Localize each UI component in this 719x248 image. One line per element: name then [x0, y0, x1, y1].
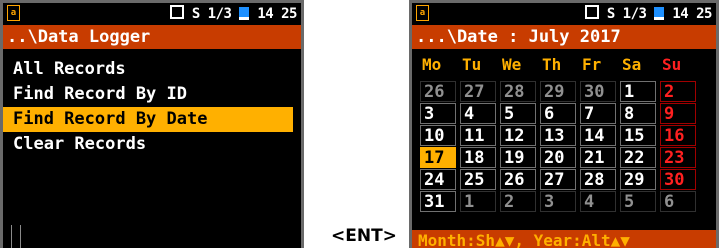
calendar-day[interactable]: 29: [620, 169, 656, 190]
calendar-day[interactable]: 6: [540, 103, 576, 124]
battery-icon: [654, 7, 665, 20]
calendar-day[interactable]: 2: [660, 81, 696, 102]
calendar-day[interactable]: 9: [660, 103, 696, 124]
calendar-day[interactable]: 25: [460, 169, 496, 190]
calendar-day[interactable]: 24: [420, 169, 456, 190]
calendar-day[interactable]: 13: [540, 125, 576, 146]
calendar-day[interactable]: 22: [620, 147, 656, 168]
measure-status-icon: [169, 5, 184, 19]
calendar-day[interactable]: 29: [540, 81, 576, 102]
calendar-day[interactable]: 20: [540, 147, 576, 168]
calendar-day[interactable]: 1: [620, 81, 656, 102]
calendar-day[interactable]: 27: [540, 169, 576, 190]
clock: 14 25: [257, 6, 297, 22]
menu-item[interactable]: Find Record By Date: [3, 107, 293, 132]
calendar-day[interactable]: 31: [420, 191, 456, 212]
scrollbar[interactable]: [11, 225, 21, 248]
calendar-day[interactable]: 30: [660, 169, 696, 190]
weekday-label: Th: [542, 55, 562, 74]
weekday-label: Mo: [422, 55, 442, 74]
weekday-label: Sa: [622, 55, 642, 74]
calendar-day[interactable]: 28: [500, 81, 536, 102]
clock: 14 25: [672, 6, 712, 22]
calendar-day[interactable]: 4: [580, 191, 616, 212]
calendar-day[interactable]: 5: [620, 191, 656, 212]
calendar-day[interactable]: 3: [420, 103, 456, 124]
calendar-day[interactable]: 23: [660, 147, 696, 168]
calendar-day[interactable]: 4: [460, 103, 496, 124]
data-logger-screen: a S 1/3 14 25 ..\Data Logger All Records…: [0, 0, 304, 248]
menu-item[interactable]: All Records: [3, 57, 293, 82]
calendar-day[interactable]: 28: [580, 169, 616, 190]
calendar-day[interactable]: 1: [460, 191, 496, 212]
status-info: S 1/3 14 25: [169, 5, 297, 22]
calendar-day[interactable]: 21: [580, 147, 616, 168]
page-title: ...\Date : July 2017: [412, 25, 716, 49]
calendar-day[interactable]: 3: [540, 191, 576, 212]
weekday-label: Tu: [462, 55, 482, 74]
weekday-label: Fr: [582, 55, 602, 74]
calendar-day[interactable]: 12: [500, 125, 536, 146]
calendar-day[interactable]: 11: [460, 125, 496, 146]
key-hint: Month:Sh▲▼, Year:Alt▲▼: [412, 230, 716, 248]
calendar-day[interactable]: 18: [460, 147, 496, 168]
page-indicator: S 1/3: [606, 6, 647, 22]
calendar-day[interactable]: 27: [460, 81, 496, 102]
status-bar: a S 1/3 14 25: [3, 3, 301, 25]
enter-key-label: <ENT>: [331, 226, 397, 246]
calendar-day[interactable]: 30: [580, 81, 616, 102]
app-icon: a: [7, 5, 20, 21]
calendar-day[interactable]: 5: [500, 103, 536, 124]
weekday-header: Mo Tu We Th Fr Sa Su: [420, 55, 716, 77]
calendar-day[interactable]: 15: [620, 125, 656, 146]
calendar-day[interactable]: 19: [500, 147, 536, 168]
calendar-day[interactable]: 26: [420, 81, 456, 102]
calendar-day[interactable]: 8: [620, 103, 656, 124]
calendar-day[interactable]: 16: [660, 125, 696, 146]
menu-list: All Records Find Record By ID Find Record …: [3, 57, 301, 157]
calendar-day[interactable]: 14: [580, 125, 616, 146]
calendar-day[interactable]: 2: [500, 191, 536, 212]
menu-item[interactable]: Clear Records: [3, 132, 293, 157]
battery-icon: [239, 7, 250, 20]
date-calendar-screen: a S 1/3 14 25 ...\Date : July 2017 Mo Tu W…: [409, 0, 719, 248]
weekday-label: Su: [662, 55, 682, 74]
page-title: ..\Data Logger: [3, 25, 301, 49]
calendar-day[interactable]: 26: [500, 169, 536, 190]
status-bar: a S 1/3 14 25: [412, 3, 716, 25]
menu-item[interactable]: Find Record By ID: [3, 82, 293, 107]
page-indicator: S 1/3: [191, 6, 232, 22]
calendar-day[interactable]: 7: [580, 103, 616, 124]
calendar-day[interactable]: 17: [420, 147, 456, 168]
measure-status-icon: [584, 5, 599, 19]
calendar-day[interactable]: 10: [420, 125, 456, 146]
calendar-day[interactable]: 6: [660, 191, 696, 212]
weekday-label: We: [502, 55, 522, 74]
app-icon: a: [416, 5, 429, 21]
status-info: S 1/3 14 25: [584, 5, 712, 22]
